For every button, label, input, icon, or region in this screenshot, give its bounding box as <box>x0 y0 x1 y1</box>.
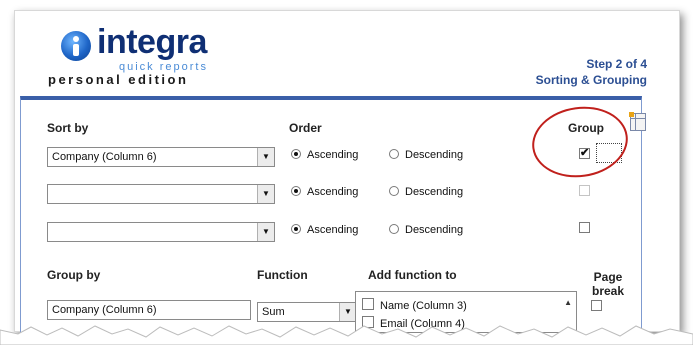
step-title: Sorting & Grouping <box>535 73 647 87</box>
function-label: Function <box>257 268 308 282</box>
checkbox-icon <box>362 298 374 310</box>
wizard-header: integra quick reports personal edition S… <box>15 11 679 103</box>
group-by-label: Group by <box>47 268 101 282</box>
ascending-label: Ascending <box>307 186 359 198</box>
radio-icon <box>389 186 399 196</box>
chevron-down-icon[interactable]: ▼ <box>257 223 274 241</box>
torn-paper-edge <box>0 325 693 345</box>
list-item[interactable]: Name (Column 3) <box>362 298 467 312</box>
function-select[interactable]: Sum ▼ <box>257 302 357 322</box>
radio-selected-icon <box>291 149 301 159</box>
radio-selected-icon <box>291 224 301 234</box>
radio-selected-icon <box>291 186 301 196</box>
radio-icon <box>389 224 399 234</box>
ascending-radio-3[interactable]: Ascending <box>291 224 358 236</box>
logo-edition: personal edition <box>48 72 189 87</box>
sort-by-select-2[interactable]: ▼ <box>47 184 275 204</box>
sort-by-label: Sort by <box>47 121 89 135</box>
ascending-radio-2[interactable]: Ascending <box>291 186 358 198</box>
chevron-down-icon[interactable]: ▼ <box>257 185 274 203</box>
sort-by-value-1: Company (Column 6) <box>52 151 157 163</box>
add-function-label: Add function to <box>368 268 457 282</box>
group-checkbox-2[interactable] <box>579 185 590 196</box>
integra-logo-icon <box>61 31 91 61</box>
descending-radio-3[interactable]: Descending <box>389 224 463 236</box>
descending-label: Descending <box>405 224 464 236</box>
descending-label: Descending <box>405 149 464 161</box>
table-grid-icon[interactable] <box>629 112 646 131</box>
descending-radio-2[interactable]: Descending <box>389 186 463 198</box>
list-item-label: Name (Column 3) <box>380 300 467 312</box>
radio-icon <box>389 149 399 159</box>
sort-by-select-1[interactable]: Company (Column 6) ▼ <box>47 147 275 167</box>
order-label: Order <box>289 121 322 135</box>
ascending-label: Ascending <box>307 149 359 161</box>
group-by-input[interactable]: Company (Column 6) <box>47 300 251 320</box>
ascending-label: Ascending <box>307 224 359 236</box>
ascending-radio-1[interactable]: Ascending <box>291 149 358 161</box>
step-label: Step 2 of 4 <box>586 57 647 71</box>
logo-name: integra <box>97 23 207 61</box>
step-indicator: Step 2 of 4 Sorting & Grouping <box>536 56 647 88</box>
chevron-down-icon[interactable]: ▼ <box>257 148 274 166</box>
page-break-checkbox[interactable] <box>591 300 602 311</box>
function-value: Sum <box>262 306 285 318</box>
descending-label: Descending <box>405 186 464 198</box>
chevron-down-icon[interactable]: ▼ <box>339 303 356 321</box>
scroll-up-icon[interactable]: ▲ <box>564 298 572 307</box>
sort-by-select-3[interactable]: ▼ <box>47 222 275 242</box>
page-break-label: Page break <box>591 270 625 298</box>
group-checkbox-3[interactable] <box>579 222 590 233</box>
descending-radio-1[interactable]: Descending <box>389 149 463 161</box>
